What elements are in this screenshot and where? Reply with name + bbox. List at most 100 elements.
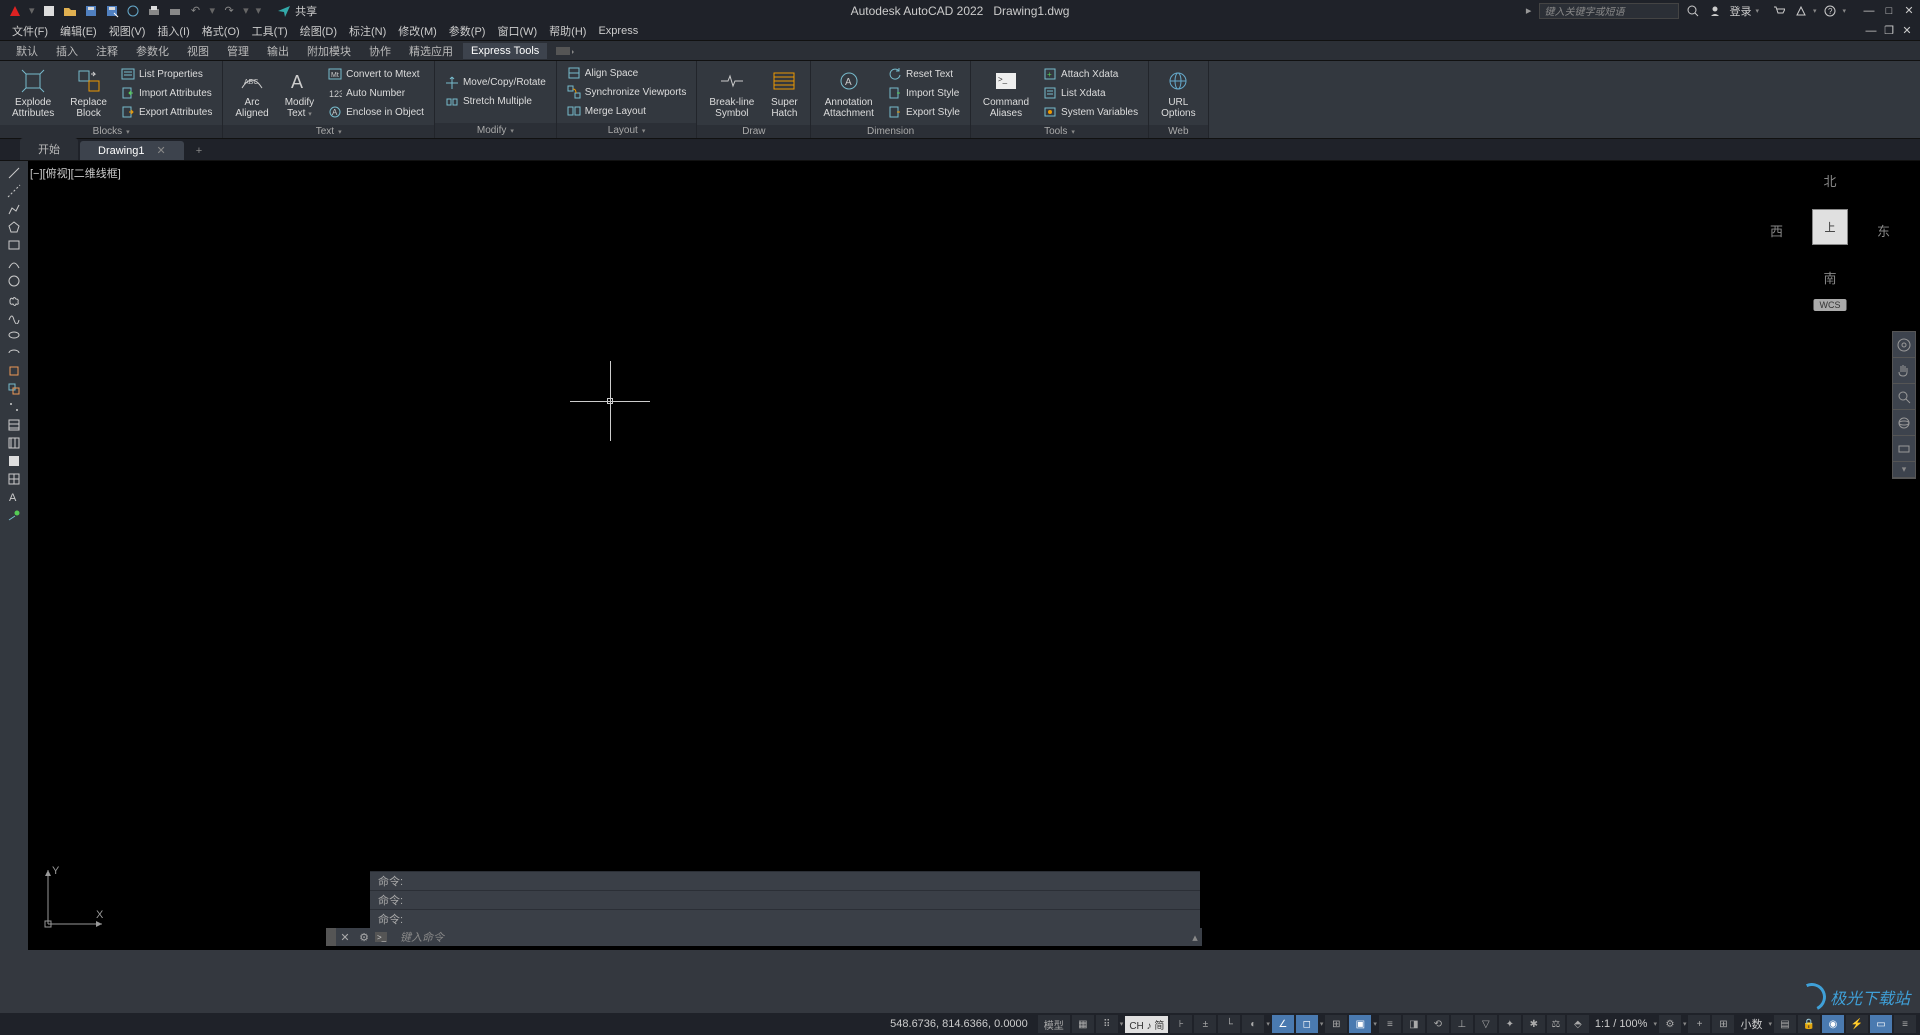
undo-dropdown[interactable]: ▾	[210, 4, 216, 17]
gizmo-icon[interactable]: ✦	[1499, 1015, 1521, 1033]
cmd-close-icon[interactable]: ✕	[336, 931, 354, 944]
user-icon[interactable]	[1707, 3, 1723, 19]
arc-aligned-button[interactable]: ABC Arc Aligned	[229, 63, 274, 123]
replace-block-button[interactable]: Replace Block	[64, 63, 113, 123]
clean-screen-icon[interactable]: ▭	[1870, 1015, 1892, 1033]
sync-viewports-button[interactable]: Synchronize Viewports	[563, 83, 691, 101]
scale-dropdown[interactable]: ▾	[1653, 1020, 1657, 1028]
menu-insert[interactable]: 插入(I)	[157, 23, 189, 39]
ellipse-arc-icon[interactable]	[5, 345, 23, 360]
ribbon-tab-express[interactable]: Express Tools	[463, 43, 547, 59]
gradient-tool-icon[interactable]	[5, 435, 23, 450]
cmd-recent-icon[interactable]: ▴	[1188, 931, 1202, 944]
export-style-button[interactable]: Export Style	[884, 103, 964, 121]
menu-help[interactable]: 帮助(H)	[549, 23, 586, 39]
doc-minimize-button[interactable]: —	[1864, 24, 1878, 38]
command-aliases-button[interactable]: >_ Command Aliases	[977, 63, 1035, 123]
panel-modify-title[interactable]: Modify▾	[435, 123, 556, 138]
search-input[interactable]: 键入关键字或短语	[1539, 3, 1679, 19]
convert-mtext-button[interactable]: MtConvert to Mtext	[324, 65, 428, 83]
status-coordinates[interactable]: 548.6736, 814.6366, 0.0000	[890, 1018, 1028, 1030]
viewcube-west[interactable]: 西	[1770, 221, 1783, 240]
viewcube[interactable]: 北 南 东 西 上 WCS	[1770, 171, 1890, 311]
panel-layout-title[interactable]: Layout▾	[557, 123, 697, 138]
arc-tool-icon[interactable]	[5, 255, 23, 270]
polygon-tool-icon[interactable]	[5, 219, 23, 234]
url-options-button[interactable]: URL Options	[1155, 63, 1201, 123]
hatch-tool-icon[interactable]	[5, 417, 23, 432]
cmd-drag-handle[interactable]	[326, 928, 336, 946]
system-variables-button[interactable]: System Variables	[1039, 103, 1142, 121]
autoscale-icon[interactable]: ⚖	[1547, 1015, 1565, 1033]
export-attributes-button[interactable]: Export Attributes	[117, 103, 216, 121]
osnap-tracking-icon[interactable]: ◻	[1296, 1015, 1318, 1033]
ucs-icon[interactable]: Y X	[40, 862, 110, 932]
menu-format[interactable]: 格式(O)	[202, 23, 240, 39]
isolate-objects-icon[interactable]: ◉	[1822, 1015, 1844, 1033]
login-dropdown[interactable]: ▾	[1755, 7, 1759, 15]
menu-view[interactable]: 视图(V)	[109, 23, 146, 39]
auto-number-button[interactable]: 123Auto Number	[324, 84, 428, 102]
file-tab-add-button[interactable]: +	[186, 142, 212, 160]
viewport-label[interactable]: [−][俯视][二维线框]	[30, 165, 121, 181]
ribbon-tab-parametric[interactable]: 参数化	[128, 41, 177, 61]
explode-attributes-button[interactable]: Explode Attributes	[6, 63, 60, 123]
units-dropdown[interactable]: ▾	[1768, 1020, 1772, 1028]
command-line[interactable]: ✕ ⚙ >_ 键入命令 ▴	[326, 928, 1202, 946]
saveas-icon[interactable]	[103, 2, 121, 20]
ribbon-options[interactable]	[555, 45, 575, 57]
annotation-monitor-icon[interactable]: +	[1688, 1015, 1710, 1033]
units-label[interactable]: 小数	[1736, 1016, 1766, 1032]
file-tab-drawing1[interactable]: Drawing1✕	[80, 141, 184, 160]
hardware-accel-icon[interactable]: ⚡	[1846, 1015, 1868, 1033]
panel-tools-title[interactable]: Tools▾	[971, 125, 1148, 138]
merge-layout-button[interactable]: Merge Layout	[563, 102, 691, 120]
undo-icon[interactable]: ↶	[187, 2, 205, 20]
nav-expand-icon[interactable]: ▾	[1893, 462, 1915, 478]
menu-parametric[interactable]: 参数(P)	[449, 23, 486, 39]
new-icon[interactable]	[40, 2, 58, 20]
point-tool-icon[interactable]	[5, 399, 23, 414]
file-tab-start[interactable]: 开始	[20, 138, 78, 160]
snap-dropdown[interactable]: ▾	[1120, 1020, 1124, 1028]
menu-modify[interactable]: 修改(M)	[398, 23, 437, 39]
ortho-toggle-icon[interactable]: └	[1218, 1015, 1240, 1033]
osnap-dropdown[interactable]: ▾	[1320, 1020, 1324, 1028]
autodesk-app-icon[interactable]	[1793, 3, 1809, 19]
add-selected-icon[interactable]	[5, 507, 23, 522]
workspace-switching-icon[interactable]: ⚙	[1659, 1015, 1681, 1033]
align-space-button[interactable]: Align Space	[563, 64, 691, 82]
drawing-area[interactable]: A [−][俯视][二维线框] 北 南 东 西 上 WCS ▾ Y X 命令: …	[0, 161, 1920, 950]
doc-close-button[interactable]: ✕	[1900, 24, 1914, 38]
spline-tool-icon[interactable]	[5, 309, 23, 324]
circle-tool-icon[interactable]	[5, 273, 23, 288]
lineweight-icon[interactable]: ≡	[1379, 1015, 1401, 1033]
qat-customize[interactable]: ▾	[256, 4, 262, 17]
nav-wheel-icon[interactable]	[1893, 332, 1915, 358]
grid-toggle-icon[interactable]: ▦	[1072, 1015, 1094, 1033]
mtext-tool-icon[interactable]: A	[5, 489, 23, 504]
ribbon-tab-view[interactable]: 视图	[179, 41, 217, 61]
insert-block-icon[interactable]	[5, 363, 23, 378]
super-hatch-button[interactable]: Super Hatch	[764, 63, 804, 123]
ellipse-tool-icon[interactable]	[5, 327, 23, 342]
wcs-badge[interactable]: WCS	[1814, 299, 1847, 311]
make-block-icon[interactable]	[5, 381, 23, 396]
polar-tracking-icon[interactable]: ◐	[1242, 1015, 1264, 1033]
print-icon[interactable]	[166, 2, 184, 20]
isodraft-icon[interactable]: ∠	[1272, 1015, 1294, 1033]
help-dropdown[interactable]: ▾	[1842, 7, 1846, 15]
selection-cycling-icon[interactable]: ⟲	[1427, 1015, 1449, 1033]
line-tool-icon[interactable]	[5, 165, 23, 180]
panel-text-title[interactable]: Text▾	[223, 125, 434, 138]
ribbon-tab-collaborate[interactable]: 协作	[361, 41, 399, 61]
dynamic-input-icon[interactable]: ±	[1194, 1015, 1216, 1033]
transparency-icon[interactable]: ◨	[1403, 1015, 1425, 1033]
orbit-icon[interactable]	[1893, 410, 1915, 436]
minimize-button[interactable]: —	[1862, 4, 1876, 18]
ribbon-tab-output[interactable]: 输出	[259, 41, 297, 61]
attach-xdata-button[interactable]: +Attach Xdata	[1039, 65, 1142, 83]
show-motion-icon[interactable]	[1893, 436, 1915, 462]
object-snap-icon[interactable]: ▣	[1349, 1015, 1371, 1033]
cmd-options-icon[interactable]: ⚙	[354, 931, 374, 944]
